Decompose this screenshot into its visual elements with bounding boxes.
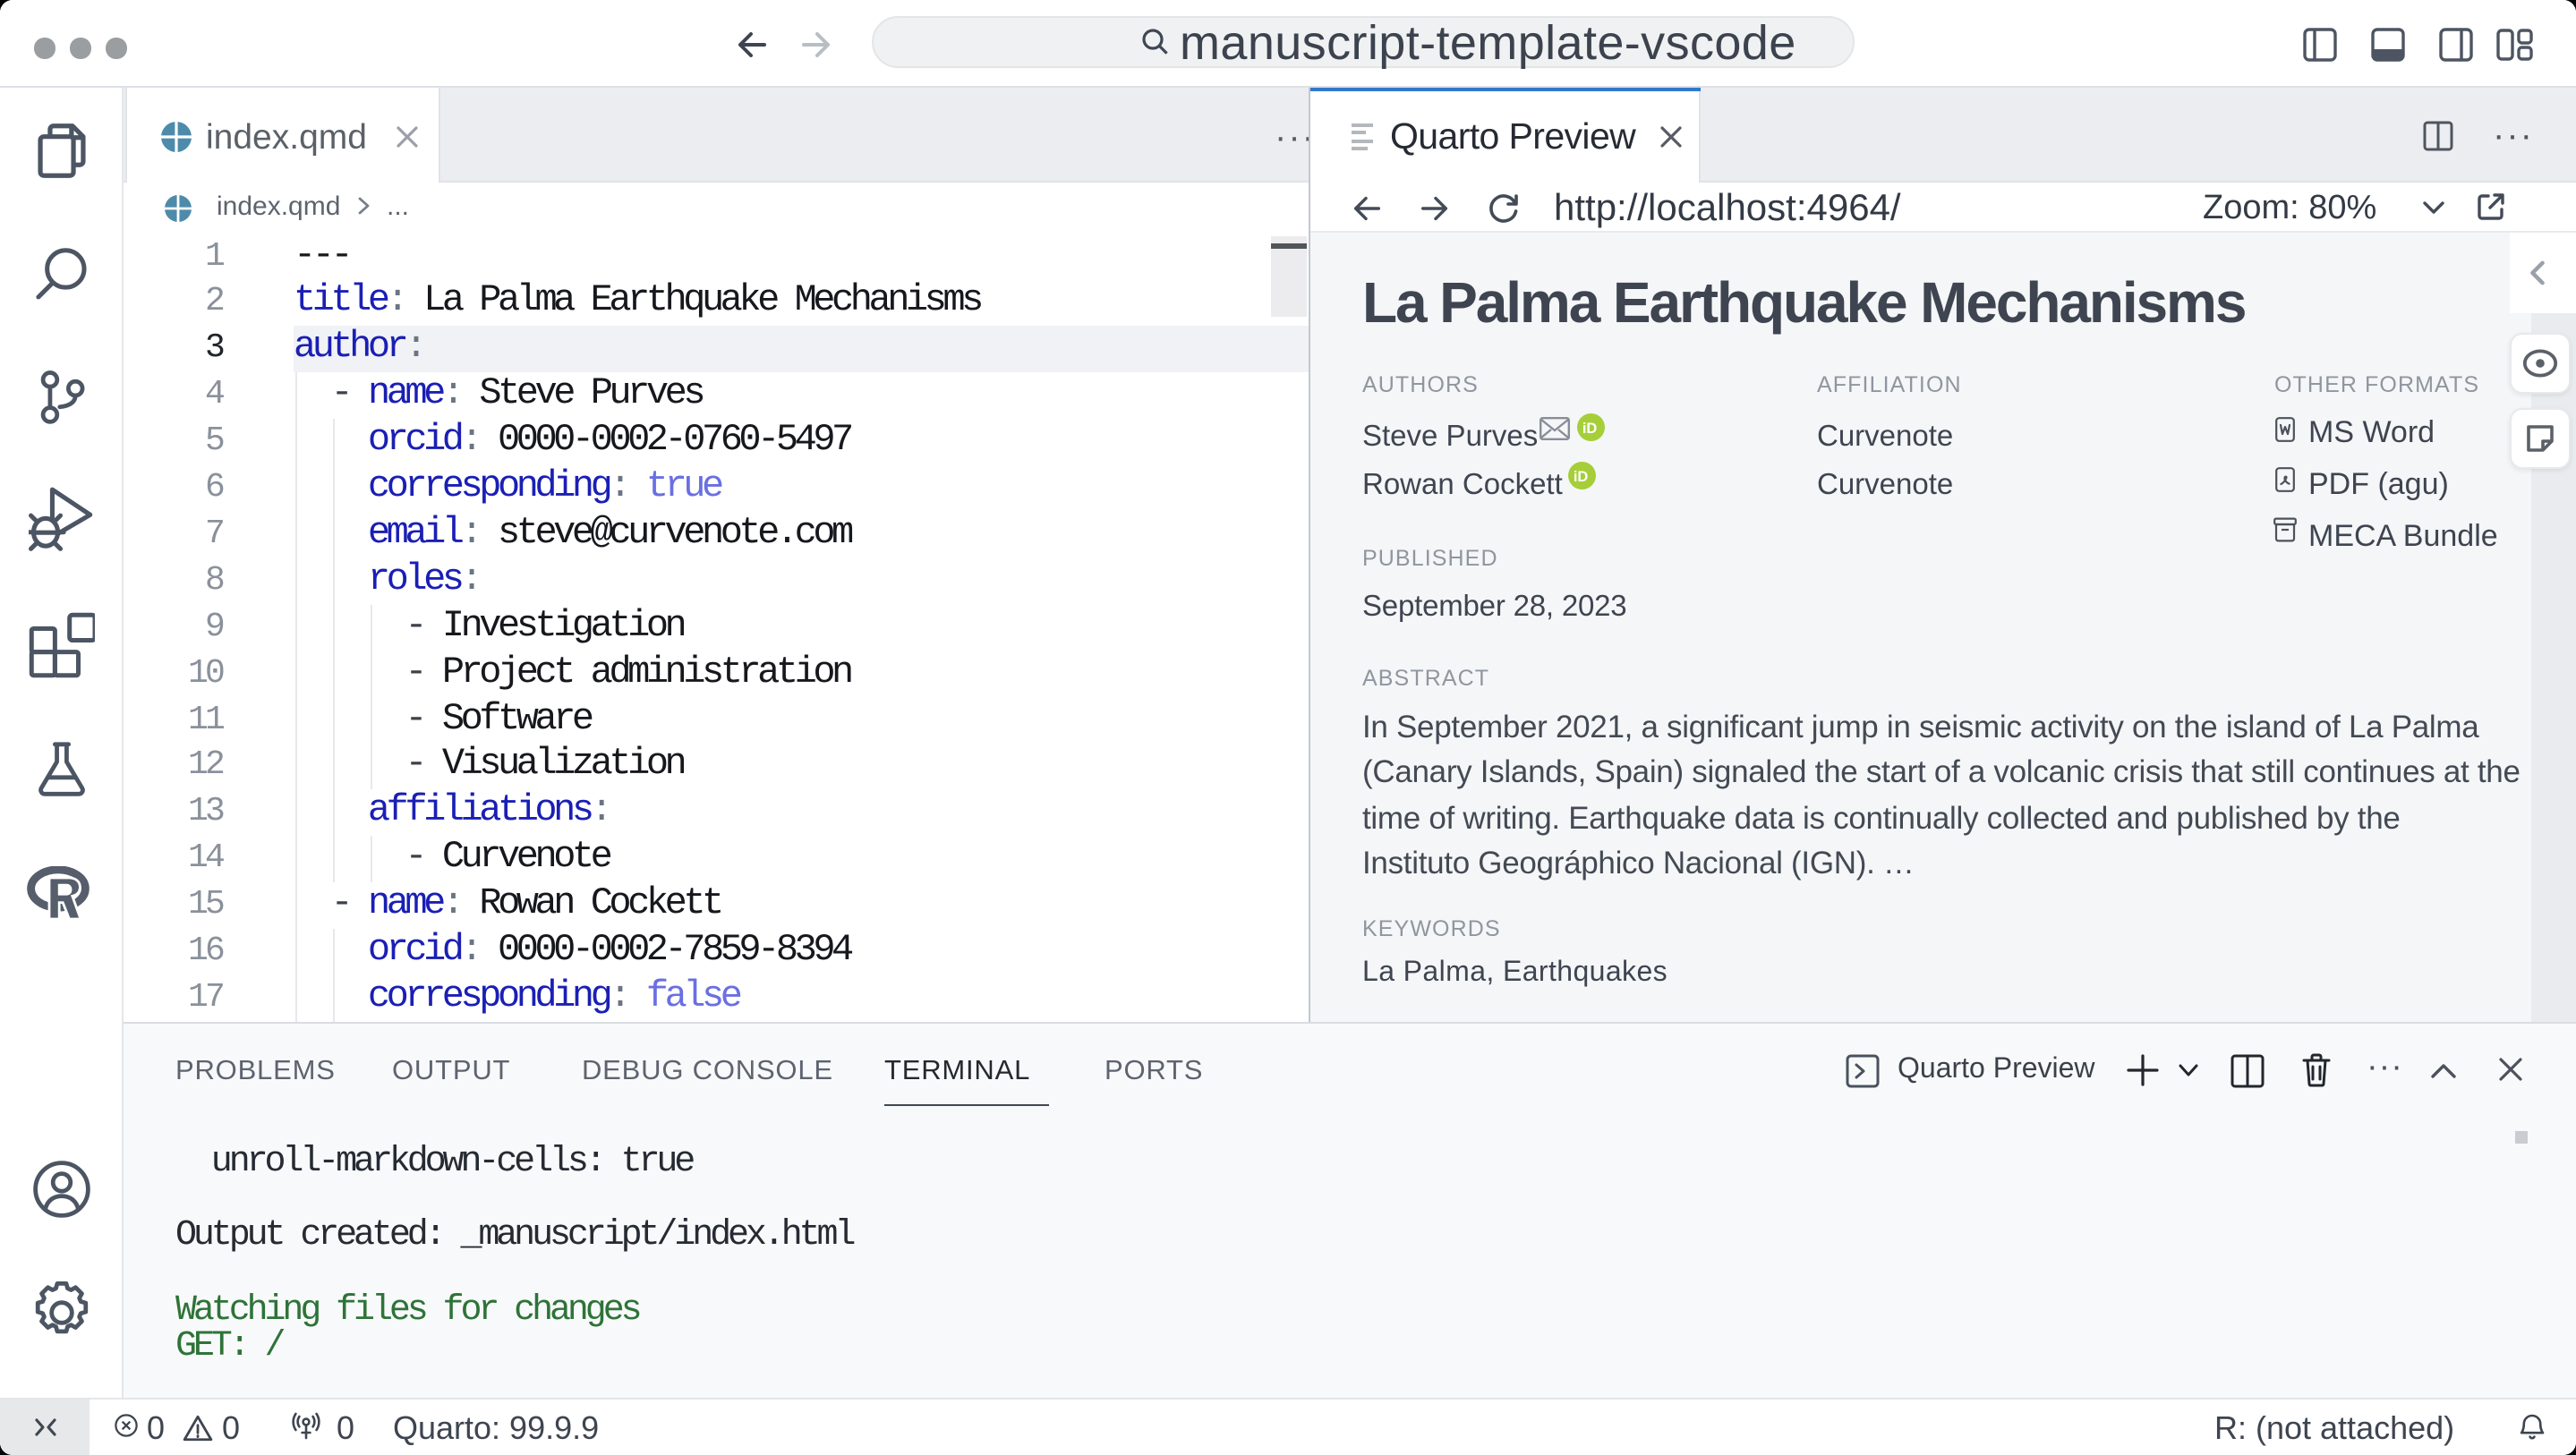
- svg-text:iD: iD: [1582, 421, 1598, 437]
- svg-text:iD: iD: [1574, 469, 1589, 485]
